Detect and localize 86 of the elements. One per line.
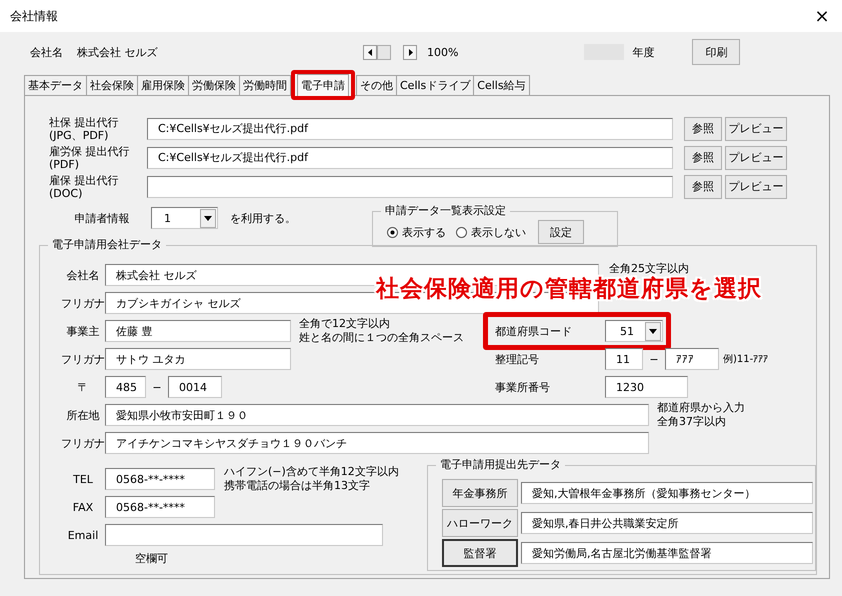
- file-path-field[interactable]: C:¥Cells¥セルズ提出代行.pdf: [147, 146, 673, 168]
- dash: −: [151, 380, 163, 394]
- tab[interactable]: Cells給与: [473, 75, 530, 95]
- text-field[interactable]: サトウ ユタカ: [105, 348, 291, 370]
- attachment-label: 社保 提出代行: [49, 116, 120, 128]
- field-label: フリガナ: [61, 296, 105, 310]
- tab[interactable]: 基本データ: [24, 75, 87, 95]
- prefecture-code-select[interactable]: 51: [605, 320, 663, 342]
- text-field[interactable]: 485: [105, 376, 146, 398]
- browse-button[interactable]: 参照: [684, 116, 722, 140]
- field-label: 事業所番号: [495, 380, 551, 394]
- right-arrow-icon: [408, 48, 412, 56]
- company-label: 会社名: [30, 44, 63, 60]
- radio-label[interactable]: 表示しない: [471, 224, 526, 240]
- field-label: フリガナ: [61, 436, 105, 450]
- attachment-sublabel: (DOC): [49, 186, 84, 200]
- field-label: 所在地: [66, 408, 100, 422]
- field-label: TEL: [72, 472, 94, 486]
- settings-button[interactable]: 設定: [538, 220, 584, 244]
- text-field[interactable]: 1230: [605, 376, 688, 398]
- example-note: 例)11-ｱｱｱ: [723, 353, 768, 366]
- text-field[interactable]: 0568-**-****: [105, 496, 215, 518]
- office-button[interactable]: 監督署: [442, 539, 518, 567]
- tab[interactable]: 労働時間: [239, 75, 291, 95]
- company-name: 株式会社 セルズ: [77, 44, 158, 60]
- field-label: 事業主: [66, 324, 100, 338]
- dash: −: [648, 352, 660, 366]
- note: 携帯電話の場合は半角13文字: [224, 479, 371, 493]
- field-label: 都道府県コード: [495, 324, 573, 338]
- office-button[interactable]: 年金事務所: [442, 479, 518, 507]
- note: 全角25文字以内: [609, 261, 689, 276]
- preview-button[interactable]: プレビュー: [725, 116, 787, 140]
- radio-button[interactable]: [387, 226, 398, 238]
- text-field[interactable]: 11: [605, 348, 643, 370]
- note: 全角37字以内: [657, 415, 727, 429]
- applicant-label: 申請者情報: [74, 211, 130, 226]
- text-field[interactable]: 佐藤 豊: [105, 320, 291, 342]
- group-title: 電子申請用提出先データ: [436, 458, 565, 472]
- file-path-field[interactable]: [147, 176, 673, 198]
- field-label: 整理記号: [495, 352, 540, 366]
- text-field[interactable]: 0568-**-****: [105, 468, 215, 490]
- applicant-select[interactable]: 1: [151, 207, 218, 229]
- email-field[interactable]: [105, 524, 383, 546]
- radio-button[interactable]: [456, 226, 467, 238]
- close-button[interactable]: ×: [802, 1, 842, 31]
- text-field[interactable]: 愛知,大曽根年金事務所（愛知事務センター）: [521, 482, 813, 504]
- scroll-right-button[interactable]: [403, 44, 417, 60]
- year-label: 年度: [632, 44, 654, 60]
- text-field[interactable]: 0014: [168, 376, 222, 398]
- browse-button[interactable]: 参照: [684, 174, 722, 198]
- applicant-suffix: を利用する。: [230, 211, 297, 226]
- left-arrow-icon: [368, 48, 372, 56]
- note: 空欄可: [135, 551, 169, 566]
- attachment-sublabel: (PDF): [49, 158, 80, 170]
- field-label: 〒: [76, 380, 90, 394]
- text-field[interactable]: ｱｱｱ: [665, 348, 719, 370]
- text-field[interactable]: 愛知県小牧市安田町１９０: [105, 404, 649, 426]
- tab[interactable]: 電子申請: [297, 74, 349, 96]
- note: 姓と名の間に１つの全角スペース: [299, 331, 464, 345]
- field-label: フリガナ: [61, 352, 105, 366]
- group-title: 申請データ一覧表示設定: [381, 204, 510, 218]
- preview-button[interactable]: プレビュー: [725, 146, 787, 170]
- browse-button[interactable]: 参照: [684, 146, 722, 170]
- file-path-field[interactable]: C:¥Cells¥セルズ提出代行.pdf: [147, 118, 673, 140]
- text-field[interactable]: 愛知県,春日井公共職業安定所: [521, 512, 813, 534]
- note: 全角で12文字以内: [299, 317, 391, 331]
- radio-label[interactable]: 表示する: [402, 224, 446, 240]
- group-title: 電子申請用会社データ: [48, 238, 166, 252]
- tab[interactable]: その他: [356, 75, 397, 95]
- text-field[interactable]: アイチケンコマキシヤスダチョウ１９０バンチ: [105, 432, 649, 454]
- field-label: 会社名: [66, 268, 100, 282]
- window-title: 会社情報: [10, 8, 58, 24]
- field-label: FAX: [72, 500, 94, 514]
- zoom-value: 100%: [427, 46, 458, 58]
- print-button[interactable]: 印刷: [692, 39, 740, 65]
- text-field[interactable]: 愛知労働局,名古屋北労働基準監督署: [521, 542, 813, 564]
- preview-button[interactable]: プレビュー: [725, 174, 787, 198]
- attachment-label: 雇労保 提出代行: [49, 144, 130, 158]
- attachment-label: 雇保 提出代行: [49, 174, 120, 186]
- note: 都道府県から入力: [657, 401, 745, 415]
- field-label: Email: [66, 528, 100, 542]
- scroll-left-button[interactable]: [363, 44, 377, 60]
- attachment-sublabel: (JPG、PDF): [49, 128, 110, 142]
- office-button[interactable]: ハローワーク: [442, 509, 518, 537]
- scroll-thumb[interactable]: [377, 44, 391, 60]
- note: ハイフン(−)含めて半角12文字以内: [224, 465, 399, 479]
